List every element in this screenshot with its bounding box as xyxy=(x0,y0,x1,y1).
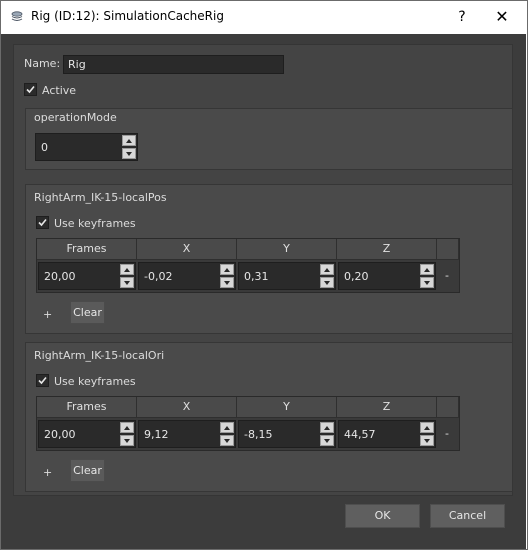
triangle-down-icon xyxy=(124,439,130,443)
dialog-body: Name: Rig Active operationMode 0 RightAr… xyxy=(1,34,526,549)
triangle-up-icon xyxy=(124,426,130,430)
spin-down-button[interactable] xyxy=(420,277,434,288)
triangle-down-icon xyxy=(424,439,430,443)
spin-up-button[interactable] xyxy=(420,264,434,275)
operation-mode-group: operationMode 0 xyxy=(25,108,513,170)
local-pos-use-keyframes-label: Use keyframes xyxy=(54,217,136,230)
frames-value: 20,00 xyxy=(44,270,76,283)
triangle-down-icon xyxy=(126,152,132,156)
spin-up-button[interactable] xyxy=(122,135,136,146)
triangle-down-icon xyxy=(424,281,430,285)
spin-up-button[interactable] xyxy=(320,264,334,275)
spin-down-button[interactable] xyxy=(420,435,434,446)
spin-up-button[interactable] xyxy=(220,422,234,433)
ok-button[interactable]: OK xyxy=(345,504,420,528)
column-header-x[interactable]: X xyxy=(137,397,237,418)
local-pos-title: RightArm_IK-15-localPos xyxy=(34,191,167,204)
help-button[interactable]: ? xyxy=(447,6,477,28)
frames-spinbox[interactable]: 20,00 xyxy=(38,262,136,290)
clear-keyframes-button[interactable]: Clear xyxy=(70,301,105,324)
stack-layers-icon xyxy=(10,10,24,24)
clear-keyframes-button[interactable]: Clear xyxy=(70,459,105,482)
local-ori-keyframe-table: Frames X Y Z 20,00 9,12 -8,15 44,57 - xyxy=(36,396,460,451)
x-value: 9,12 xyxy=(144,428,169,441)
z-spinbox[interactable]: 44,57 xyxy=(338,420,436,448)
remove-row-button[interactable]: - xyxy=(445,427,449,440)
name-input[interactable]: Rig xyxy=(63,55,284,74)
column-header-blank xyxy=(437,397,459,418)
local-pos-use-keyframes-checkbox[interactable] xyxy=(36,216,49,229)
local-ori-title: RightArm_IK-15-localOri xyxy=(34,349,165,362)
z-spinbox[interactable]: 0,20 xyxy=(338,262,436,290)
column-header-frames[interactable]: Frames xyxy=(37,239,137,260)
triangle-up-icon xyxy=(424,268,430,272)
column-header-z[interactable]: Z xyxy=(337,239,437,260)
triangle-up-icon xyxy=(224,426,230,430)
title-bar[interactable]: Rig (ID:12): SimulationCacheRig ? ✕ xyxy=(1,1,527,33)
triangle-down-icon xyxy=(224,439,230,443)
z-value: 0,20 xyxy=(344,270,369,283)
add-keyframe-button[interactable]: + xyxy=(43,308,52,321)
cancel-button[interactable]: Cancel xyxy=(430,504,505,528)
y-value: -8,15 xyxy=(244,428,273,441)
column-header-x[interactable]: X xyxy=(137,239,237,260)
spin-down-button[interactable] xyxy=(220,435,234,446)
triangle-up-icon xyxy=(324,268,330,272)
frames-value: 20,00 xyxy=(44,428,76,441)
y-spinbox[interactable]: 0,31 xyxy=(238,262,336,290)
window-title: Rig (ID:12): SimulationCacheRig xyxy=(31,9,224,23)
checkmark-icon xyxy=(26,85,35,94)
frames-spinbox[interactable]: 20,00 xyxy=(38,420,136,448)
column-header-y[interactable]: Y xyxy=(237,239,337,260)
local-ori-group: RightArm_IK-15-localOri Use keyframes Fr… xyxy=(25,342,513,492)
x-spinbox[interactable]: 9,12 xyxy=(138,420,236,448)
active-label: Active xyxy=(42,84,77,97)
triangle-down-icon xyxy=(324,439,330,443)
column-header-z[interactable]: Z xyxy=(337,397,437,418)
z-value: 44,57 xyxy=(344,428,376,441)
triangle-up-icon xyxy=(126,139,132,143)
column-header-frames[interactable]: Frames xyxy=(37,397,137,418)
spin-down-button[interactable] xyxy=(320,435,334,446)
add-keyframe-button[interactable]: + xyxy=(43,466,52,479)
triangle-up-icon xyxy=(124,268,130,272)
triangle-up-icon xyxy=(324,426,330,430)
spin-down-button[interactable] xyxy=(220,277,234,288)
x-spinbox[interactable]: -0,02 xyxy=(138,262,236,290)
spin-down-button[interactable] xyxy=(120,435,134,446)
operation-mode-title: operationMode xyxy=(34,111,117,124)
spin-up-button[interactable] xyxy=(320,422,334,433)
column-header-y[interactable]: Y xyxy=(237,397,337,418)
remove-row-button[interactable]: - xyxy=(445,269,449,282)
name-label: Name: xyxy=(24,57,61,70)
triangle-up-icon xyxy=(424,426,430,430)
triangle-down-icon xyxy=(224,281,230,285)
spin-up-button[interactable] xyxy=(120,264,134,275)
spin-up-button[interactable] xyxy=(120,422,134,433)
y-spinbox[interactable]: -8,15 xyxy=(238,420,336,448)
column-header-blank xyxy=(437,239,459,260)
spin-down-button[interactable] xyxy=(120,277,134,288)
operation-mode-value: 0 xyxy=(41,141,48,154)
checkmark-icon xyxy=(38,218,47,227)
spin-up-button[interactable] xyxy=(420,422,434,433)
dialog-window: Rig (ID:12): SimulationCacheRig ? ✕ Name… xyxy=(0,0,528,550)
operation-mode-spinbox[interactable]: 0 xyxy=(35,133,138,161)
triangle-down-icon xyxy=(324,281,330,285)
spin-down-button[interactable] xyxy=(320,277,334,288)
close-button[interactable]: ✕ xyxy=(487,6,517,28)
triangle-down-icon xyxy=(124,281,130,285)
local-pos-keyframe-table: Frames X Y Z 20,00 -0,02 0,31 0,20 - xyxy=(36,238,460,293)
spin-down-button[interactable] xyxy=(122,148,136,159)
active-checkbox[interactable] xyxy=(24,83,37,96)
x-value: -0,02 xyxy=(144,270,173,283)
checkmark-icon xyxy=(38,376,47,385)
local-ori-use-keyframes-checkbox[interactable] xyxy=(36,374,49,387)
triangle-up-icon xyxy=(224,268,230,272)
local-ori-use-keyframes-label: Use keyframes xyxy=(54,375,136,388)
local-pos-group: RightArm_IK-15-localPos Use keyframes Fr… xyxy=(25,184,513,334)
spin-up-button[interactable] xyxy=(220,264,234,275)
y-value: 0,31 xyxy=(244,270,269,283)
